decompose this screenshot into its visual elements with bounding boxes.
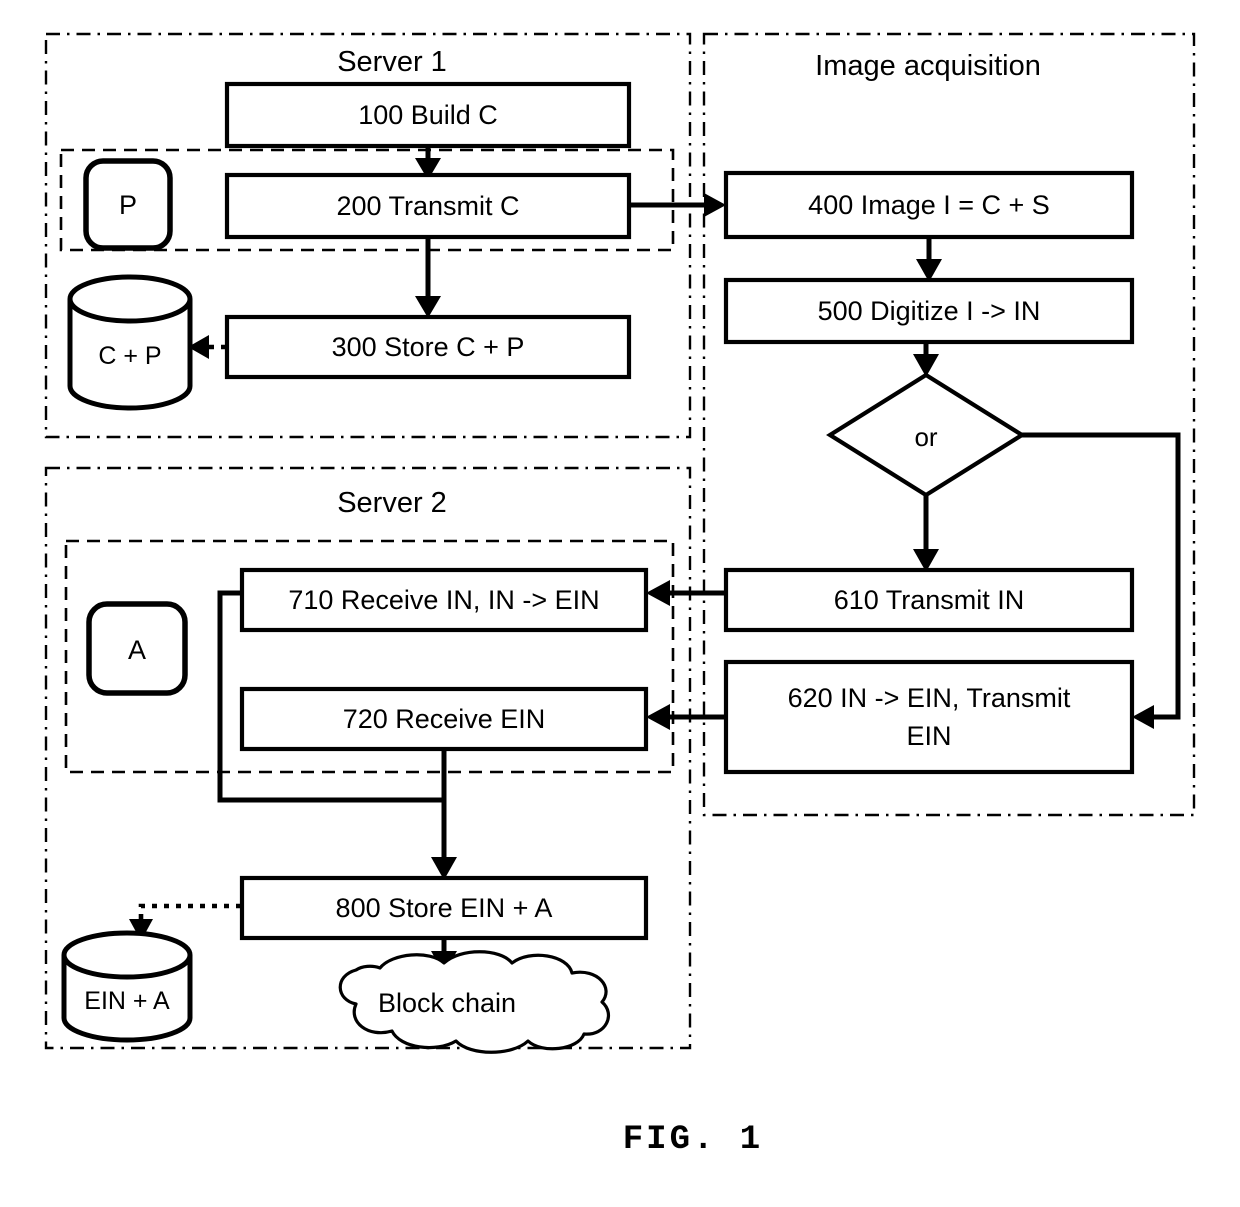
datastore-cp-top	[67, 274, 193, 324]
patent-figure: Server 1 100 Build C P 200 Transmit C 30…	[0, 0, 1240, 1207]
figure-caption: FIG. 1	[623, 1121, 763, 1159]
blockchain-network[interactable]: Block chain	[338, 950, 611, 1054]
server2-group-title: Server 2	[337, 487, 447, 519]
step-500-label: 500 Digitize I -> IN	[818, 296, 1041, 326]
datastore-cp-label: C + P	[98, 342, 161, 370]
server1-group-title: Server 1	[337, 46, 447, 78]
server1-group: Server 1 100 Build C P 200 Transmit C 30…	[44, 32, 692, 439]
datastore-eina-label: EIN + A	[84, 987, 170, 1015]
arrow-200-to-400-head	[704, 193, 726, 217]
step-200-label: 200 Transmit C	[336, 191, 519, 221]
arrow-610-to-710-head	[646, 580, 670, 606]
step-710-label: 710 Receive IN, IN -> EIN	[288, 585, 599, 615]
step-620-label-line1: 620 IN -> EIN, Transmit	[788, 683, 1071, 713]
token-a-label: A	[128, 635, 146, 665]
token-p-label: P	[119, 190, 137, 220]
step-400-label: 400 Image I = C + S	[808, 190, 1050, 220]
step-100-label: 100 Build C	[358, 100, 498, 130]
step-300-label: 300 Store C + P	[332, 332, 525, 362]
decision-or-label: or	[914, 422, 937, 452]
datastore-eina[interactable]: EIN + A	[61, 930, 193, 1043]
arrow-620-to-720-head	[646, 704, 670, 730]
blockchain-cloud-label: Block chain	[378, 988, 516, 1018]
image-acquisition-group: Image acquisition 400 Image I = C + S 50…	[629, 32, 1196, 817]
arrow-200-to-300-head	[415, 296, 441, 318]
step-610-label: 610 Transmit IN	[834, 585, 1025, 615]
image-acquisition-group-title: Image acquisition	[815, 50, 1041, 82]
dotted-arrow-800-to-store-line	[138, 903, 241, 922]
step-800-label: 800 Store EIN + A	[336, 893, 553, 923]
branch-decision-to-620-head	[1132, 705, 1154, 729]
step-620-box[interactable]	[723, 659, 1135, 775]
datastore-eina-top	[61, 930, 193, 980]
server2-group: Server 2 A 710 Receive IN, IN -> EIN 720…	[44, 466, 692, 1054]
step-620-label-line2: EIN	[906, 721, 951, 751]
step-720-label: 720 Receive EIN	[343, 704, 546, 734]
datastore-cp[interactable]: C + P	[67, 274, 193, 411]
